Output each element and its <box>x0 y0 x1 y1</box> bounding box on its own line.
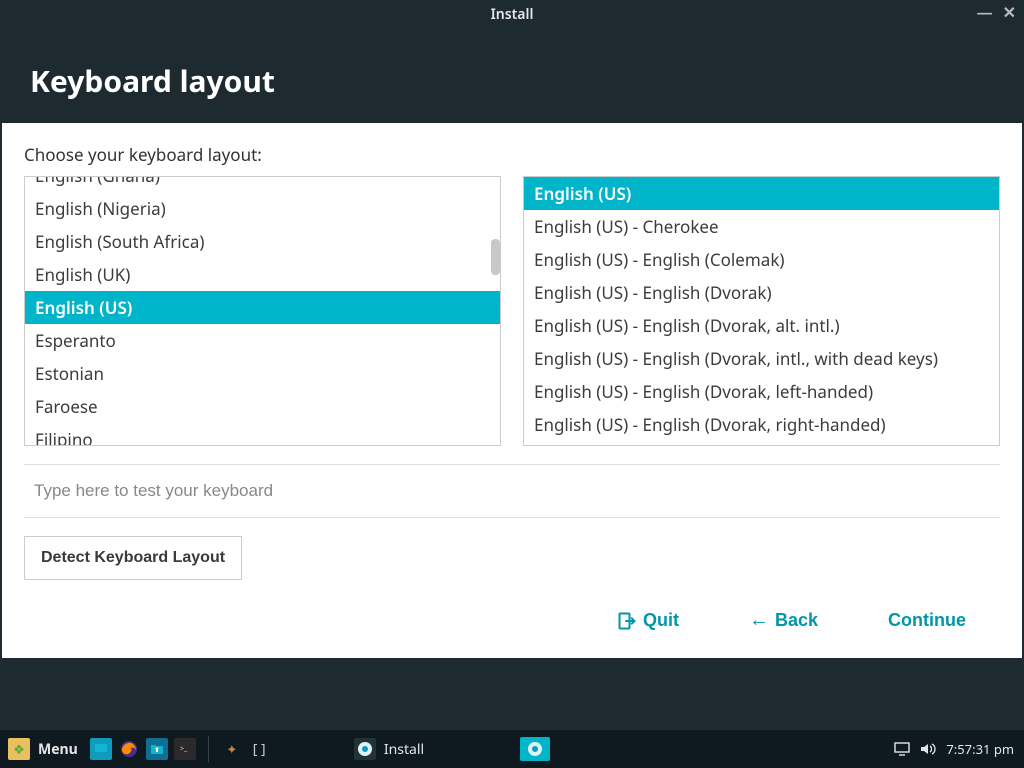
continue-label: Continue <box>888 610 966 631</box>
variant-option[interactable]: English (US) - English (Dvorak, left-han… <box>524 375 999 408</box>
layout-option[interactable]: Esperanto <box>25 324 500 357</box>
layout-option-selected[interactable]: English (US) <box>25 291 500 324</box>
nav-buttons: Quit ← Back Continue <box>24 581 1000 658</box>
layout-option[interactable]: English (UK) <box>25 258 500 291</box>
variant-option[interactable]: English (US) - English (Dvorak, right-ha… <box>524 408 999 441</box>
show-desktop-icon[interactable] <box>90 738 112 760</box>
page-header: Keyboard layout <box>0 28 1024 123</box>
quit-button[interactable]: Quit <box>617 610 679 631</box>
files-icon[interactable] <box>146 738 168 760</box>
taskbar-separator <box>208 736 209 762</box>
terminal-icon[interactable]: >_ <box>174 738 196 760</box>
taskbar-task-label: Install <box>384 740 424 759</box>
window-controls: — ✕ <box>977 4 1016 20</box>
variant-option[interactable]: English (US) - English (Dvorak, alt. int… <box>524 309 999 342</box>
exit-icon <box>617 611 637 631</box>
quit-label: Quit <box>643 610 679 631</box>
variant-option[interactable]: English (US) - English (Dvorak) <box>524 276 999 309</box>
continue-button[interactable]: Continue <box>888 610 966 631</box>
detect-layout-button[interactable]: Detect Keyboard Layout <box>24 536 242 580</box>
back-label: Back <box>775 610 818 631</box>
taskbar-active-app-icon[interactable] <box>520 737 550 761</box>
layout-option[interactable]: Filipino <box>25 423 500 446</box>
back-button[interactable]: ← Back <box>749 609 818 632</box>
titlebar: Install — ✕ <box>0 0 1024 28</box>
content-area: Choose your keyboard layout: English (Gh… <box>2 123 1022 658</box>
prompt-label: Choose your keyboard layout: <box>24 143 1000 166</box>
layout-option[interactable]: Faroese <box>25 390 500 423</box>
minimize-button[interactable]: — <box>977 4 993 20</box>
taskbar: ❖ Menu >_ ✦ [ ] Install 7: <box>0 730 1024 768</box>
firefox-icon[interactable] <box>118 738 140 760</box>
installer-window: Install — ✕ Keyboard layout Choose your … <box>0 0 1024 730</box>
layout-option[interactable]: Estonian <box>25 357 500 390</box>
arrow-left-icon: ← <box>749 609 769 632</box>
variant-option[interactable]: English (US) - Cherokee <box>524 210 999 243</box>
variant-option[interactable]: English (US) - English (Colemak) <box>524 243 999 276</box>
start-icon[interactable]: ❖ <box>8 738 30 760</box>
tray-clock[interactable]: 7:57:31 pm <box>946 740 1014 758</box>
menu-button[interactable]: Menu <box>38 740 78 759</box>
cursor-icon[interactable]: ✦ <box>221 738 243 760</box>
svg-text:>_: >_ <box>180 745 188 754</box>
layout-option[interactable]: English (South Africa) <box>25 225 500 258</box>
layout-option[interactable]: English (Nigeria) <box>25 192 500 225</box>
taskbar-task-install[interactable]: Install <box>344 733 560 765</box>
close-button[interactable]: ✕ <box>1003 4 1016 20</box>
keyboard-test-input[interactable] <box>24 464 1000 518</box>
workspace-indicator[interactable]: [ ] <box>249 740 270 759</box>
layout-lists: English (Ghana) English (Nigeria) Englis… <box>24 176 1000 446</box>
variant-listbox[interactable]: English (US) English (US) - Cherokee Eng… <box>523 176 1000 446</box>
variant-option-selected[interactable]: English (US) <box>524 177 999 210</box>
window-title: Install <box>491 5 534 24</box>
tray-volume-icon[interactable] <box>920 742 936 756</box>
tray-display-icon[interactable] <box>894 742 910 756</box>
language-listbox[interactable]: English (Ghana) English (Nigeria) Englis… <box>24 176 501 446</box>
scrollbar-thumb[interactable] <box>491 239 500 275</box>
installer-task-icon <box>354 738 376 760</box>
variant-option[interactable]: English (US) - English (Dvorak, intl., w… <box>524 342 999 375</box>
page-title: Keyboard layout <box>30 60 994 101</box>
layout-option[interactable]: English (Ghana) <box>25 176 500 192</box>
